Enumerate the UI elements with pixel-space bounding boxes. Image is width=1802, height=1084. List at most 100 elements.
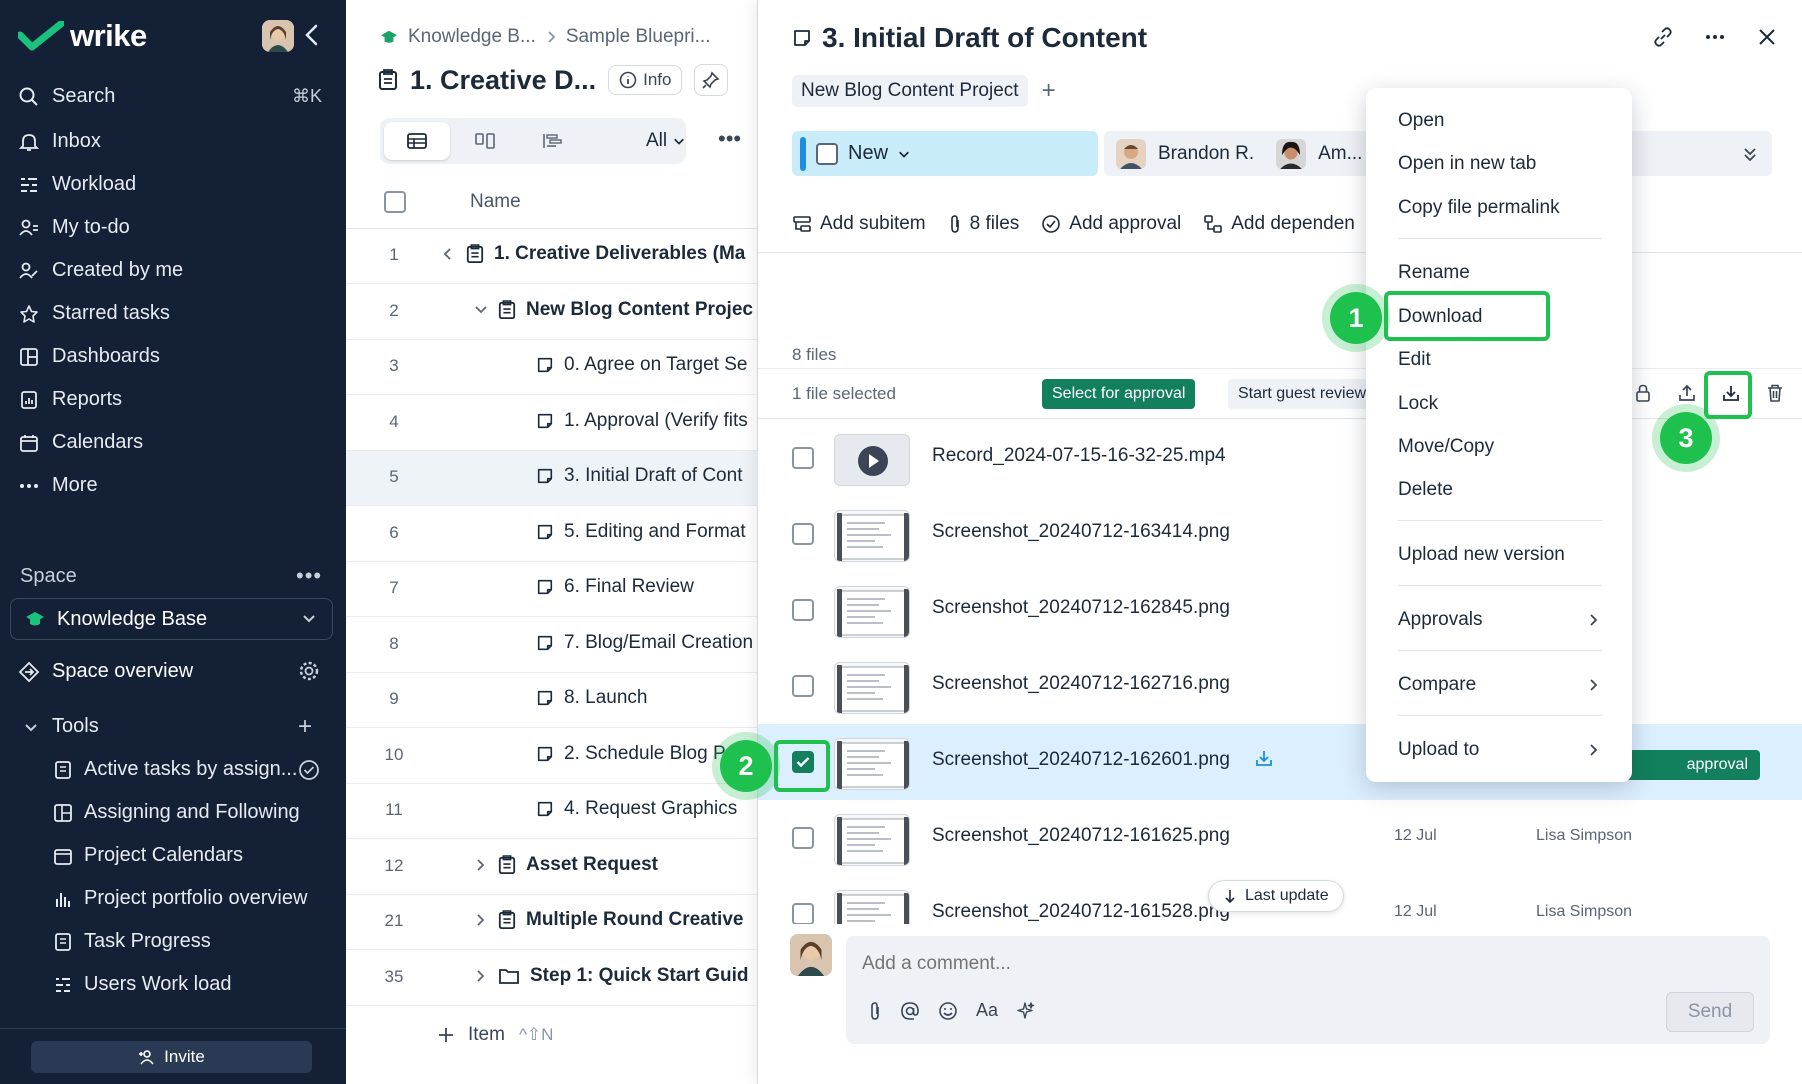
menu-item-rename[interactable]: Rename	[1398, 262, 1470, 284]
sidebar-item-starred-tasks[interactable]: Starred tasks	[18, 302, 170, 325]
sparkle-icon[interactable]	[1016, 1001, 1036, 1021]
table-row[interactable]: 8 7. Blog/Email Creation	[346, 618, 758, 673]
file-checkbox[interactable]	[792, 523, 814, 545]
sidebar-item-reports[interactable]: Reports	[18, 388, 122, 411]
image-thumbnail[interactable]	[834, 586, 910, 638]
expand-toggle-icon[interactable]	[474, 858, 488, 872]
add-approval-button[interactable]: Add approval	[1041, 213, 1181, 235]
add-tool-button[interactable]: +	[298, 713, 312, 741]
tools-section-toggle[interactable]: Tools	[24, 715, 99, 738]
file-checkbox[interactable]	[792, 827, 814, 849]
column-header-name[interactable]: Name	[470, 191, 521, 213]
parent-project-tag[interactable]: New Blog Content Project	[792, 75, 1028, 107]
lock-icon[interactable]	[1628, 378, 1658, 408]
file-name[interactable]: Record_2024-07-15-16-32-25.mp4	[932, 445, 1226, 467]
tool-item-active-tasks[interactable]: Active tasks by assign...	[54, 758, 297, 781]
text-format-icon[interactable]: Aa	[976, 1000, 998, 1021]
image-thumbnail[interactable]	[834, 662, 910, 714]
menu-item-lock[interactable]: Lock	[1398, 393, 1438, 415]
menu-item-edit[interactable]: Edit	[1398, 349, 1431, 371]
menu-item-open[interactable]: Open	[1398, 110, 1444, 132]
send-button[interactable]: Send	[1666, 992, 1754, 1032]
more-options-button[interactable]: •••	[718, 126, 741, 152]
expand-toggle-icon[interactable]	[474, 913, 488, 927]
tool-item-assigning-following[interactable]: Assigning and Following	[54, 801, 300, 824]
add-parent-button[interactable]: +	[1042, 77, 1056, 105]
wrike-logo[interactable]: wrike	[18, 18, 147, 54]
add-item-button[interactable]: Item ^⇧N	[438, 1024, 553, 1046]
files-button[interactable]: 8 files	[948, 213, 1019, 235]
sidebar-item-my-to-do[interactable]: My to-do	[18, 216, 130, 239]
image-thumbnail[interactable]	[834, 738, 910, 790]
video-thumbnail[interactable]	[834, 434, 910, 486]
sort-last-update-button[interactable]: Last update	[1208, 880, 1344, 912]
select-for-approval-button[interactable]: Select for approval	[1042, 379, 1196, 409]
file-name[interactable]: Screenshot_20240712-161528.png	[932, 901, 1230, 923]
menu-item-move-copy[interactable]: Move/Copy	[1398, 436, 1494, 458]
pin-button[interactable]	[694, 64, 729, 96]
space-selector[interactable]: Knowledge Base	[10, 598, 333, 640]
sidebar-item-search[interactable]: Search	[18, 85, 115, 108]
more-dots-icon[interactable]	[1704, 26, 1726, 48]
sidebar-item-inbox[interactable]: Inbox	[18, 130, 101, 153]
breadcrumb-item[interactable]: Sample Bluepri...	[566, 26, 711, 48]
table-row[interactable]: 5 3. Initial Draft of Cont	[346, 451, 758, 506]
table-row[interactable]: 4 1. Approval (Verify fits	[346, 396, 758, 451]
emoji-icon[interactable]	[938, 1001, 958, 1021]
board-view-button[interactable]	[452, 122, 518, 160]
table-row[interactable]: 11 4. Request Graphics	[346, 784, 758, 839]
tool-item-portfolio-overview[interactable]: Project portfolio overview	[54, 887, 307, 910]
menu-item-compare[interactable]: Compare	[1398, 674, 1476, 696]
upload-icon[interactable]	[1672, 378, 1702, 408]
file-checkbox[interactable]	[792, 903, 814, 924]
trash-icon[interactable]	[1760, 378, 1790, 408]
file-name[interactable]: Screenshot_20240712-161625.png	[932, 825, 1230, 847]
table-row[interactable]: 7 6. Final Review	[346, 562, 758, 617]
add-subitem-button[interactable]: Add subitem	[792, 213, 926, 235]
file-row[interactable]: Screenshot_20240712-163414.png	[758, 496, 1802, 572]
file-row[interactable]: Screenshot_20240712-162716.png	[758, 648, 1802, 724]
status-checkbox[interactable]	[816, 142, 838, 165]
table-row[interactable]: 10 2. Schedule Blog P	[346, 729, 758, 784]
image-thumbnail[interactable]	[834, 890, 910, 924]
expand-fields-button[interactable]	[1728, 131, 1772, 176]
image-thumbnail[interactable]	[834, 814, 910, 866]
menu-item-open-new-tab[interactable]: Open in new tab	[1398, 153, 1536, 175]
table-view-button[interactable]	[384, 122, 450, 160]
menu-item-upload-to[interactable]: Upload to	[1398, 739, 1479, 761]
mention-icon[interactable]	[900, 1001, 920, 1021]
tool-item-project-calendars[interactable]: Project Calendars	[54, 844, 243, 867]
space-more-button[interactable]: •••	[296, 563, 322, 589]
menu-item-upload-new-version[interactable]: Upload new version	[1398, 544, 1565, 566]
menu-item-approvals[interactable]: Approvals	[1398, 609, 1483, 631]
tool-item-task-progress[interactable]: Task Progress	[54, 930, 211, 953]
task-title[interactable]: 3. Initial Draft of Content	[822, 22, 1147, 54]
file-row[interactable]: Screenshot_20240712-162845.png	[758, 572, 1802, 648]
download-icon[interactable]	[1254, 748, 1274, 768]
status-selector[interactable]: New	[792, 131, 1098, 176]
close-icon[interactable]	[1756, 26, 1778, 48]
table-row[interactable]: 35 Step 1: Quick Start Guid	[346, 951, 758, 1006]
gear-icon[interactable]	[298, 660, 320, 682]
sidebar-item-created-by-me[interactable]: Created by me	[18, 259, 183, 282]
sidebar-item-calendars[interactable]: Calendars	[18, 431, 143, 454]
file-row[interactable]: Record_2024-07-15-16-32-25.mp4	[758, 420, 1802, 496]
file-checkbox[interactable]	[792, 599, 814, 621]
comment-input[interactable]	[862, 948, 1542, 980]
breadcrumb-item[interactable]: Knowledge B...	[408, 26, 536, 48]
invite-button[interactable]: Invite	[31, 1041, 312, 1073]
file-name[interactable]: Screenshot_20240712-162716.png	[932, 673, 1230, 695]
select-all-checkbox[interactable]	[384, 191, 406, 213]
sidebar-item-more[interactable]: More	[18, 474, 98, 497]
sidebar-item-workload[interactable]: Workload	[18, 173, 136, 196]
paperclip-icon[interactable]	[868, 1001, 882, 1021]
info-button[interactable]: Info	[608, 65, 683, 95]
gantt-view-button[interactable]	[520, 122, 586, 160]
space-overview-link[interactable]: Space overview	[18, 660, 193, 683]
file-checkbox[interactable]	[792, 675, 814, 697]
file-row[interactable]: Screenshot_20240712-161625.png 12 Jul Lisa…	[758, 800, 1802, 876]
menu-item-copy-permalink[interactable]: Copy file permalink	[1398, 197, 1560, 219]
menu-item-delete[interactable]: Delete	[1398, 479, 1453, 501]
expand-toggle-icon[interactable]	[474, 969, 488, 983]
collapse-sidebar-icon[interactable]	[304, 24, 318, 46]
